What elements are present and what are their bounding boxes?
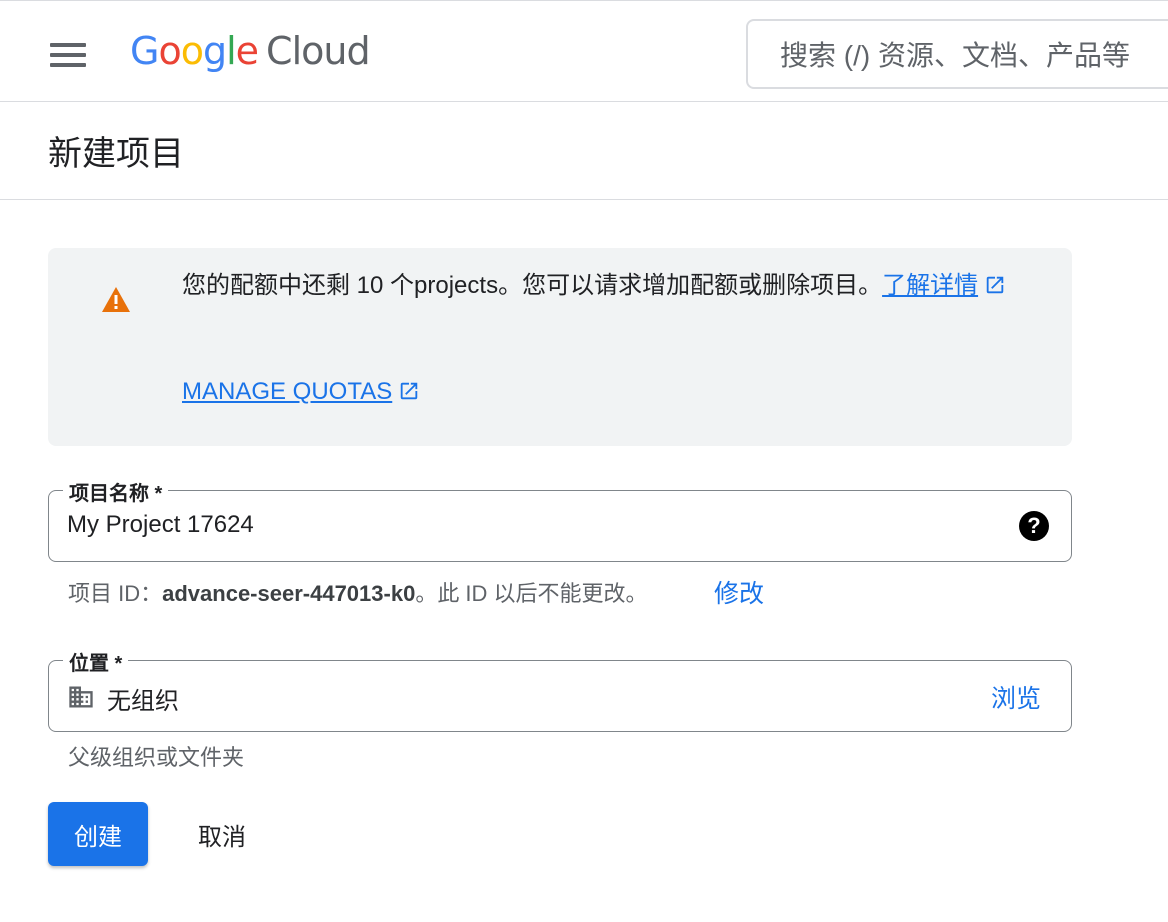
project-id-value: advance-seer-447013-k0 (162, 581, 416, 606)
location-value: 无组织 (107, 688, 179, 715)
location-label: 位置 * (63, 647, 129, 676)
alert-message: 您的配额中还剩 10 个projects。您可以请求增加配额或删除项目。了解详情 (182, 266, 1032, 306)
browse-button[interactable]: 浏览 (991, 679, 1041, 715)
search-input[interactable]: 搜索 (/) 资源、文档、产品等 (746, 19, 1168, 89)
project-id-prefix: 项目 ID： (68, 581, 163, 606)
logo-letter: l (226, 29, 237, 73)
project-name-label: 项目名称 * (63, 477, 169, 506)
help-icon[interactable]: ? (1019, 511, 1049, 541)
location-field[interactable]: 位置 * 无组织 浏览 (48, 647, 1072, 732)
top-bar: G o o g l e Cloud 搜索 (/) 资源、文档、产品等 (0, 0, 1168, 102)
search-placeholder: 搜索 (/) 资源、文档、产品等 (780, 40, 1130, 71)
project-name-field[interactable]: 项目名称 * My Project 17624 ? (48, 477, 1072, 562)
manage-quotas-label: MANAGE QUOTAS (182, 378, 393, 405)
location-hint: 父级组织或文件夹 (68, 745, 245, 770)
project-name-input[interactable]: My Project 17624 (67, 511, 254, 539)
warning-icon (102, 287, 130, 312)
cancel-button[interactable]: 取消 (182, 802, 262, 866)
organization-building-icon (69, 686, 93, 708)
google-cloud-logo[interactable]: G o o g l e Cloud (130, 29, 371, 79)
page-title: 新建项目 (48, 135, 184, 173)
external-link-icon (986, 276, 1004, 293)
edit-project-id-link[interactable]: 修改 (714, 574, 764, 610)
learn-more-label: 了解详情 (882, 272, 979, 299)
alert-message-text: 您的配额中还剩 10 个projects。您可以请求增加配额或删除项目。 (182, 272, 883, 299)
logo-letter: o (180, 29, 204, 73)
logo-letter: o (158, 29, 181, 73)
learn-more-link[interactable]: 了解详情 (882, 272, 1006, 299)
hamburger-menu-icon[interactable] (46, 39, 90, 71)
project-id-suffix: 。此 ID 以后不能更改。 (415, 581, 648, 606)
logo-product-name: Cloud (266, 29, 371, 73)
project-id-info: 项目 ID：advance-seer-447013-k0。此 ID 以后不能更改… (68, 576, 648, 608)
external-link-icon (401, 382, 418, 399)
logo-letter: G (130, 29, 159, 73)
logo-letter: g (202, 29, 227, 73)
logo-letter: e (235, 29, 259, 73)
create-button[interactable]: 创建 (48, 802, 148, 866)
manage-quotas-link[interactable]: MANAGE QUOTAS (182, 378, 420, 406)
